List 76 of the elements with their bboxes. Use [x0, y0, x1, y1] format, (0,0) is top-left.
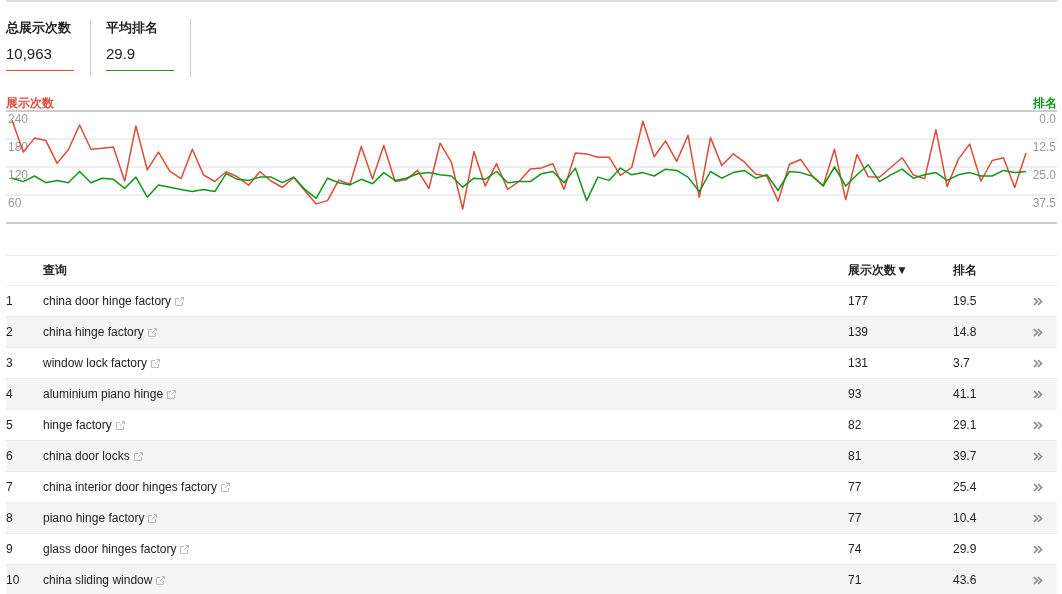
table-cell: 81 [848, 449, 862, 463]
external-link-icon[interactable] [147, 327, 157, 337]
axis-tick-label: 37.5 [1032, 196, 1056, 210]
table-cell: 14.8 [953, 325, 977, 339]
table-cell: 25.4 [953, 480, 977, 494]
table-cell: 43.6 [953, 573, 977, 587]
query-text: china hinge factory [43, 325, 144, 339]
axis-tick-label: 0.0 [1039, 112, 1056, 126]
axis-tick-label: 120 [8, 168, 29, 182]
external-link-icon[interactable] [167, 389, 177, 399]
metric-value: 29.9 [106, 44, 137, 64]
table-cell: 77 [848, 480, 862, 494]
column-header[interactable]: 查询 [43, 262, 67, 279]
table-cell: 29.9 [953, 542, 977, 556]
table-cell: 131 [848, 356, 869, 370]
table-cell: 3.7 [953, 356, 970, 370]
chevron-icon[interactable] [1033, 327, 1043, 337]
table-cell: 10.4 [953, 511, 977, 525]
axis-tick-label: 240 [8, 112, 29, 126]
chevron-icon[interactable] [1033, 451, 1043, 461]
table-cell: 39.7 [953, 449, 977, 463]
table-cell: 93 [848, 387, 862, 401]
row-number: 3 [6, 356, 13, 370]
chevron-icon[interactable] [1033, 513, 1043, 523]
metric-value: 10,963 [6, 44, 53, 64]
metric-label: 总展示次数 [6, 19, 72, 37]
query-text: china sliding window [43, 573, 153, 587]
row-number: 6 [6, 449, 13, 463]
chevron-icon[interactable] [1033, 575, 1043, 585]
external-link-icon[interactable] [115, 420, 125, 430]
query-text: china interior door hinges factory [43, 480, 218, 494]
table-cell: 71 [848, 573, 862, 587]
chevron-icon[interactable] [1033, 358, 1043, 368]
axis-tick-label: 25.0 [1032, 168, 1056, 182]
axis-tick-label: 60 [8, 196, 22, 210]
axis-title: 排名 [1033, 96, 1057, 110]
row-number: 10 [6, 573, 20, 587]
metric-label: 平均排名 [106, 19, 159, 37]
query-text: piano hinge factory [43, 511, 145, 525]
chevron-icon[interactable] [1033, 420, 1043, 430]
query-text: china door locks [43, 449, 130, 463]
column-header[interactable]: 排名 [953, 263, 977, 277]
table-cell: 139 [848, 325, 869, 339]
table-cell: 19.5 [953, 294, 977, 308]
table-cell: 82 [848, 418, 862, 432]
external-link-icon[interactable] [175, 296, 185, 306]
row-number: 4 [6, 387, 13, 401]
external-link-icon[interactable] [156, 575, 166, 585]
table-cell: 74 [848, 542, 862, 556]
external-link-icon[interactable] [133, 451, 143, 461]
row-number: 7 [6, 480, 13, 494]
chevron-icon[interactable] [1033, 389, 1043, 399]
row-number: 2 [6, 325, 13, 339]
table-cell: 177 [848, 294, 869, 308]
query-text: china door hinge factory [43, 294, 172, 308]
chevron-icon[interactable] [1033, 482, 1043, 492]
external-link-icon[interactable] [221, 482, 231, 492]
query-text: aluminium piano hinge [43, 387, 164, 401]
query-text: window lock factory [43, 356, 148, 370]
external-link-icon[interactable] [180, 544, 190, 554]
row-number: 8 [6, 511, 13, 525]
external-link-icon[interactable] [151, 358, 161, 368]
row-number: 1 [6, 294, 13, 308]
chevron-icon[interactable] [1033, 544, 1043, 554]
table-cell: 29.1 [953, 418, 977, 432]
column-header[interactable]: 展示次数▼ [848, 263, 908, 277]
row-number: 9 [6, 542, 13, 556]
row-number: 5 [6, 418, 13, 432]
chevron-icon[interactable] [1033, 296, 1043, 306]
table-cell: 41.1 [953, 387, 977, 401]
query-text: glass door hinges factory [43, 542, 177, 556]
external-link-icon[interactable] [148, 513, 158, 523]
axis-title: 展示次数 [6, 96, 54, 110]
axis-tick-label: 12.5 [1032, 140, 1056, 154]
table-cell: 77 [848, 511, 862, 525]
query-text: hinge factory [43, 418, 112, 432]
